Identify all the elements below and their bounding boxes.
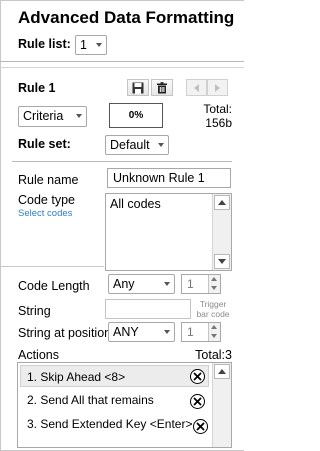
close-icon <box>193 372 202 381</box>
rule-set-label: Rule set: <box>18 137 71 151</box>
header-divider <box>0 61 244 62</box>
code-length-stepper[interactable]: 1 <box>181 274 221 294</box>
chevron-down-icon <box>96 43 102 47</box>
stepper-down-icon[interactable] <box>211 334 217 338</box>
page-title: Advanced Data Formatting <box>18 8 235 27</box>
previous-rule-button[interactable] <box>186 79 207 96</box>
criteria-value: Criteria <box>23 109 64 123</box>
next-rule-button[interactable] <box>207 79 228 96</box>
code-type-item[interactable]: All codes <box>110 197 161 211</box>
rule-set-select[interactable]: Default <box>105 135 169 155</box>
action-item-1: 1. Skip Ahead <8> <box>27 370 126 384</box>
list-item-selected[interactable]: 1. Skip Ahead <8> <box>20 365 209 387</box>
rule-heading: Rule 1 <box>18 81 56 95</box>
action-item-3: 3. Send Extended Key <Enter> <box>27 417 193 431</box>
rule-set-value: Default <box>110 138 150 152</box>
stepper-buttons[interactable] <box>208 323 220 341</box>
rule-divider <box>12 161 232 162</box>
string-position-stepper[interactable]: 1 <box>181 322 221 342</box>
code-type-scrollbar[interactable] <box>212 194 231 270</box>
string-position-count: 1 <box>187 325 194 339</box>
remove-action-2-button[interactable] <box>190 394 205 409</box>
code-type-listbox[interactable]: All codes <box>105 193 232 271</box>
actions-list[interactable]: 1. Skip Ahead <8> 2. Send All that remai… <box>17 362 232 448</box>
arrow-up-icon <box>218 369 226 374</box>
code-length-count: 1 <box>187 277 194 291</box>
stepper-down-icon[interactable] <box>211 286 217 290</box>
remove-action-3-button[interactable] <box>193 419 208 434</box>
rule-list-value: 1 <box>80 38 87 52</box>
criteria-select[interactable]: Criteria <box>18 106 87 127</box>
chevron-down-icon <box>164 282 170 286</box>
close-icon <box>196 422 205 431</box>
string-position-value: ANY <box>113 325 139 339</box>
total-value: 156b <box>205 116 232 130</box>
action-item-2: 2. Send All that remains <box>27 393 154 407</box>
save-icon <box>132 82 144 93</box>
list-item[interactable]: 3. Send Extended Key <Enter> <box>20 413 209 435</box>
trigger-label-line1: Trigger <box>199 299 227 309</box>
code-length-select[interactable]: Any <box>108 274 175 294</box>
actions-total: Total:3 <box>195 348 232 362</box>
progress-percent-box: 0% <box>109 103 163 128</box>
string-input[interactable] <box>105 299 191 319</box>
code-length-label: Code Length <box>18 279 90 293</box>
stepper-buttons[interactable] <box>208 275 220 293</box>
rule-name-label: Rule name <box>18 173 79 187</box>
actions-scrollbar[interactable] <box>212 363 231 447</box>
remove-action-1-button[interactable] <box>190 369 205 384</box>
rule-list-label: Rule list: <box>18 37 71 51</box>
stepper-up-icon[interactable] <box>211 325 217 329</box>
arrow-right-icon <box>215 83 220 92</box>
string-position-label: String at position <box>18 326 112 340</box>
progress-percent: 0% <box>128 110 144 121</box>
rule-name-input[interactable]: Unknown Rule 1 <box>107 168 231 188</box>
list-item[interactable]: 2. Send All that remains <box>20 389 209 411</box>
scroll-up-button[interactable] <box>214 195 230 210</box>
scroll-up-button[interactable] <box>214 364 230 379</box>
stepper-up-icon[interactable] <box>211 277 217 281</box>
string-position-select[interactable]: ANY <box>108 322 175 342</box>
trigger-label-line2: bar code <box>196 309 230 319</box>
code-type-label: Code type <box>18 193 75 207</box>
string-label: String <box>18 304 51 318</box>
trash-icon <box>157 81 167 93</box>
close-icon <box>193 397 202 406</box>
total-label: Total: <box>203 102 232 116</box>
scroll-down-button[interactable] <box>214 254 230 269</box>
chevron-down-icon <box>164 330 170 334</box>
arrow-down-icon <box>218 259 226 264</box>
chevron-down-icon <box>76 114 82 118</box>
select-codes-link[interactable]: Select codes <box>18 208 72 219</box>
header-divider-2 <box>0 67 244 68</box>
code-length-value: Any <box>113 277 135 291</box>
arrow-up-icon <box>218 200 226 205</box>
chevron-down-icon <box>158 143 164 147</box>
rule-list-select[interactable]: 1 <box>75 35 107 55</box>
arrow-left-icon <box>194 83 199 92</box>
trigger-bar-code-button[interactable]: Trigger bar code <box>195 299 231 319</box>
delete-button[interactable] <box>151 79 173 96</box>
actions-label: Actions <box>18 348 59 362</box>
section-divider <box>0 266 104 267</box>
save-button[interactable] <box>127 79 149 96</box>
